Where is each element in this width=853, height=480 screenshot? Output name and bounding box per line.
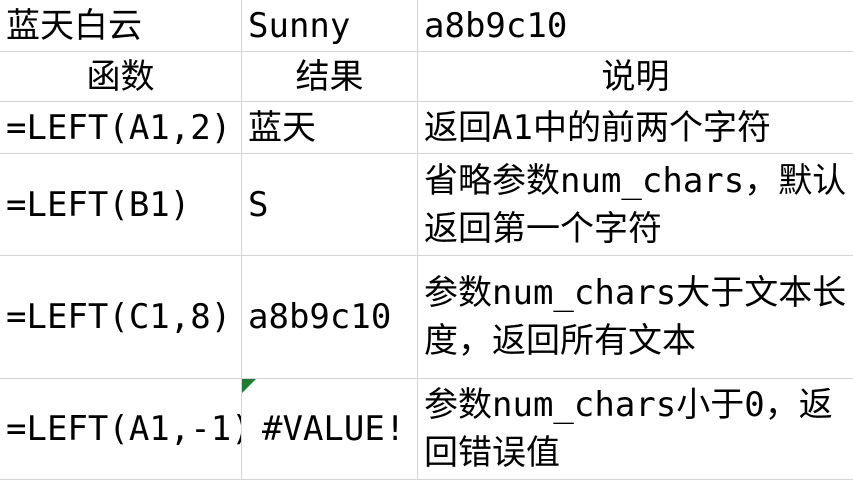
cell-c4[interactable]: 省略参数num_chars，默认返回第一个字符: [418, 154, 853, 256]
cell-a2-header[interactable]: 函数: [0, 52, 242, 102]
cell-b2-header[interactable]: 结果: [242, 52, 418, 102]
cell-b6[interactable]: #VALUE!: [242, 379, 418, 480]
cell-c1[interactable]: a8b9c10: [418, 0, 853, 52]
cell-b3[interactable]: 蓝天: [242, 102, 418, 154]
spreadsheet-grid: 蓝天白云 Sunny a8b9c10 函数 结果 说明 =LEFT(A1,2) …: [0, 0, 853, 480]
cell-a4[interactable]: =LEFT(B1): [0, 154, 242, 256]
cell-c3[interactable]: 返回A1中的前两个字符: [418, 102, 853, 154]
cell-b6-value: #VALUE!: [262, 409, 406, 449]
error-triangle-icon[interactable]: [242, 379, 256, 393]
cell-c6[interactable]: 参数num_chars小于0，返回错误值: [418, 379, 853, 480]
cell-a1[interactable]: 蓝天白云: [0, 0, 242, 52]
cell-b4[interactable]: S: [242, 154, 418, 256]
cell-c5[interactable]: 参数num_chars大于文本长度，返回所有文本: [418, 256, 853, 379]
cell-a5[interactable]: =LEFT(C1,8): [0, 256, 242, 379]
cell-c2-header[interactable]: 说明: [418, 52, 853, 102]
cell-a3[interactable]: =LEFT(A1,2): [0, 102, 242, 154]
cell-b5[interactable]: a8b9c10: [242, 256, 418, 379]
cell-a6[interactable]: =LEFT(A1,-1): [0, 379, 242, 480]
cell-b1[interactable]: Sunny: [242, 0, 418, 52]
